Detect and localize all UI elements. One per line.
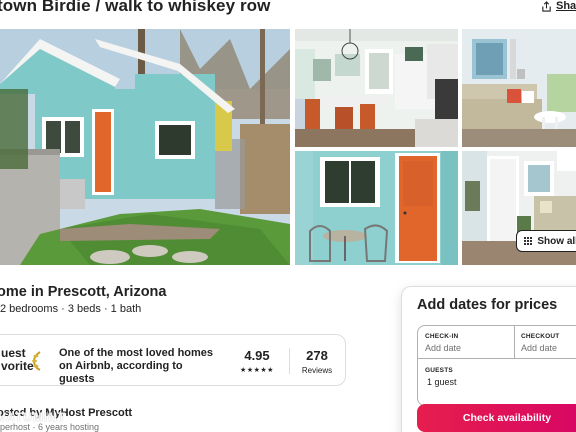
star-rating-icon: ★★★★★ [240,367,274,374]
share-label: Shar [556,0,576,12]
watermark: VATUMINT [0,410,67,424]
guests-field[interactable]: GUESTS 1 guest [418,360,576,390]
checkin-value: Add date [425,343,462,353]
listing-title: town Birdie / walk to whiskey row [0,0,271,15]
badge-line-2: vorite [1,359,34,373]
reviews-count: 278 [306,348,328,363]
rating-block: 4.95 ★★★★★ [237,348,277,374]
divider [289,348,290,374]
booking-title: Add dates for prices [417,297,558,313]
check-availability-button[interactable]: Check availability [417,404,576,432]
photo-porch[interactable] [295,151,458,265]
share-icon [542,0,551,12]
checkout-label: CHECKOUT [521,333,560,340]
checkout-value: Add date [521,343,558,353]
share-button[interactable]: Shar [541,0,576,12]
guest-favorite-badge: uest vorite [1,347,34,373]
main-photo[interactable] [0,29,290,265]
photo-living-room[interactable] [462,29,576,147]
guest-favorite-card[interactable]: uest vorite One of the most loved homes … [0,334,346,386]
checkin-label: CHECK-IN [425,333,459,340]
show-all-photos-button[interactable]: Show all p [516,230,576,252]
checkout-field[interactable]: CHECKOUT Add date [515,326,576,359]
booking-card: Add dates for prices CHECK-IN Add date C… [401,286,576,432]
guest-favorite-text: One of the most loved homes on Airbnb, a… [59,347,214,385]
reviews-block[interactable]: 278 Reviews [297,348,337,375]
guests-label: GUESTS [425,367,453,374]
listing-subtitle: ome in Prescott, Arizona [0,284,167,300]
photo-dining[interactable] [295,29,458,147]
checkin-field[interactable]: CHECK-IN Add date [418,326,514,359]
reviews-label: Reviews [301,366,333,375]
listing-details: 2 bedrooms · 3 beds · 1 bath [0,303,142,315]
grid-icon [524,236,533,246]
guests-value: 1 guest [427,377,457,387]
show-all-label: Show all p [537,235,576,247]
rating-value: 4.95 [244,348,270,363]
date-picker: CHECK-IN Add date CHECKOUT Add date GUES… [417,325,576,406]
laurel-icon [32,351,41,371]
